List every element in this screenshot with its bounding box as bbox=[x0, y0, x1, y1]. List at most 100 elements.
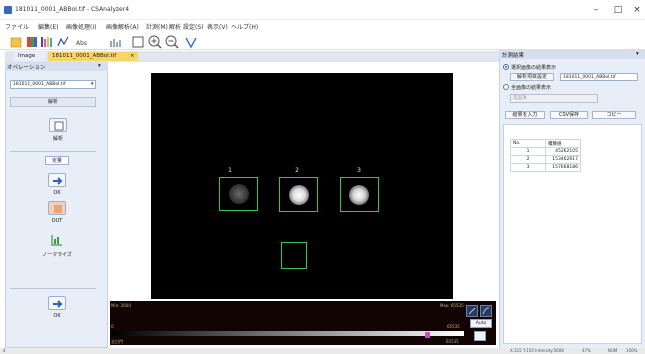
results-pin-icon[interactable]: ▾ bbox=[636, 51, 639, 57]
table-header-row: No. 積算値 bbox=[510, 139, 581, 148]
minimize-button[interactable]: – bbox=[586, 3, 606, 17]
chevron-down-icon[interactable]: ▾ bbox=[91, 81, 94, 87]
image-select-value: 181011_0001_ABBoI.tif bbox=[13, 82, 66, 87]
roi-label: 3 bbox=[357, 167, 361, 174]
column-header-integrated: 積算値 bbox=[545, 139, 581, 148]
all-images-placeholder: 常設項 bbox=[513, 96, 527, 101]
analyze-icon-label: 解析 bbox=[52, 136, 63, 142]
csv-save-button[interactable]: CSV保存 bbox=[550, 111, 588, 119]
analyze-icon-button[interactable] bbox=[49, 118, 67, 132]
cell-value: 45262105 bbox=[545, 147, 581, 156]
bottom-ok-button[interactable] bbox=[48, 296, 66, 310]
copy-button[interactable]: コピー bbox=[592, 111, 636, 119]
menu-measure[interactable]: 計測(M) bbox=[146, 22, 168, 31]
input-results-button[interactable]: 結果を入力 bbox=[505, 111, 545, 119]
grid-icon[interactable]: Abs bbox=[75, 35, 91, 49]
range-right-value: 65535 bbox=[447, 324, 460, 329]
table-row[interactable]: 2 153462617 bbox=[510, 155, 581, 164]
divider bbox=[10, 151, 96, 152]
roi-box-2[interactable] bbox=[279, 177, 318, 212]
roi-label: 1 bbox=[228, 167, 232, 174]
out-label: OUT bbox=[51, 218, 63, 224]
gradient-max-text: 65535 bbox=[446, 339, 459, 344]
menu-view[interactable]: 表示(V) bbox=[207, 22, 228, 31]
menu-image-analysis[interactable]: 画像解析(A) bbox=[106, 22, 139, 31]
curve-tool-icon[interactable] bbox=[480, 305, 492, 317]
image-select-dropdown[interactable]: 181011_0001_ABBoI.tif bbox=[10, 80, 96, 89]
background-roi-box[interactable] bbox=[281, 242, 307, 269]
gradient-bar bbox=[112, 331, 464, 336]
menu-file[interactable]: ファイル bbox=[5, 22, 29, 31]
result-image-select[interactable]: 181011_0001_ABBoI.tif bbox=[560, 73, 638, 81]
histogram-icon[interactable] bbox=[109, 35, 123, 49]
analysis-settings-button[interactable]: 解析項目設定 bbox=[510, 73, 554, 81]
ok-label: OK bbox=[53, 190, 61, 196]
quantify-section-label: 定量 bbox=[45, 156, 69, 165]
table-row[interactable]: 1 45262105 bbox=[510, 147, 581, 156]
normalize-icon[interactable] bbox=[48, 233, 66, 247]
table-row[interactable]: 3 157668186 bbox=[510, 163, 581, 172]
open-icon[interactable] bbox=[10, 35, 22, 49]
cell-no: 2 bbox=[510, 155, 546, 164]
roi-box-1[interactable] bbox=[219, 177, 258, 211]
status-left: 4 bbox=[3, 348, 6, 353]
ok-arrow-button[interactable] bbox=[48, 173, 66, 187]
radio-all-images[interactable] bbox=[503, 84, 509, 90]
abs-icon[interactable] bbox=[57, 35, 69, 49]
min-label: Min: 2600 bbox=[111, 303, 131, 308]
histogram-panel bbox=[110, 301, 496, 345]
line-icon[interactable] bbox=[184, 35, 198, 49]
results-table-container: No. 積算値 1 45262105 2 153462617 3 1576681… bbox=[503, 124, 642, 344]
window-title: 181011_0001_ABBoI.tif - CSAnalyzer4 bbox=[15, 6, 130, 13]
tab-document-label: 181011_0001_ABBoI.tif bbox=[52, 53, 117, 59]
result-image-value: 181011_0001_ABBoI.tif bbox=[563, 75, 616, 80]
zoom-in-icon[interactable] bbox=[148, 35, 162, 49]
svg-text:Abs: Abs bbox=[76, 40, 87, 47]
auto-button[interactable]: Auto bbox=[470, 319, 492, 328]
status-extra: 100% bbox=[626, 348, 638, 353]
maximize-button[interactable]: □ bbox=[608, 3, 628, 17]
cell-no: 1 bbox=[510, 147, 546, 156]
roi-box-3[interactable] bbox=[340, 177, 379, 212]
toolbar bbox=[0, 34, 645, 50]
menu-edit[interactable]: 編集(E) bbox=[38, 22, 58, 31]
bottom-ok-label: OK bbox=[53, 313, 61, 319]
menu-bar bbox=[0, 20, 645, 33]
max-label: Max: 65535 bbox=[440, 303, 464, 308]
tab-document[interactable]: 181011_0001_ABBoI.tif × bbox=[48, 52, 138, 61]
color-icon[interactable] bbox=[26, 35, 38, 49]
analyze-button[interactable]: 解析 bbox=[10, 97, 96, 107]
all-images-select[interactable]: 常設項 bbox=[510, 94, 598, 103]
menu-settings[interactable]: 設定(S) bbox=[183, 22, 204, 31]
column-header-no: No. bbox=[510, 139, 546, 148]
tab-close-icon[interactable]: × bbox=[130, 53, 135, 59]
range-left-value: 0 bbox=[111, 324, 114, 329]
max-slider-handle[interactable] bbox=[425, 332, 430, 338]
cell-value: 157668186 bbox=[545, 163, 581, 172]
settings-icon[interactable] bbox=[474, 331, 486, 341]
cell-no: 3 bbox=[510, 163, 546, 172]
radio-selected-image[interactable] bbox=[503, 64, 509, 70]
panel-pin-icon[interactable]: ▾ bbox=[98, 63, 101, 69]
status-zoom: 47% bbox=[582, 348, 591, 353]
cell-value: 153462617 bbox=[545, 155, 581, 164]
zoom-fit-icon[interactable] bbox=[131, 35, 145, 49]
divider bbox=[10, 288, 96, 289]
close-button[interactable]: × bbox=[627, 3, 645, 17]
line-tool-icon[interactable] bbox=[466, 305, 478, 317]
menu-image-processing[interactable]: 画像処理(I) bbox=[66, 22, 96, 31]
results-table: No. 積算値 1 45262105 2 153462617 3 1576681… bbox=[510, 139, 581, 172]
tab-image-label: Image bbox=[18, 53, 36, 59]
radio-selected-label: 選択画像の結果表示 bbox=[511, 65, 557, 71]
operation-panel-title: オペレーション bbox=[7, 65, 46, 71]
status-coords: X:315 Y:150 Intensity:5608 bbox=[510, 348, 564, 353]
gradient-min-text: 全白門 bbox=[111, 339, 123, 344]
menu-help[interactable]: ヘルプ(H) bbox=[231, 22, 258, 31]
zoom-out-icon[interactable] bbox=[165, 35, 179, 49]
status-mode: NUM bbox=[608, 348, 618, 353]
tab-image[interactable]: Image bbox=[14, 52, 46, 61]
out-button[interactable] bbox=[48, 201, 66, 215]
menu-analysis[interactable]: 解析 bbox=[169, 22, 181, 31]
chart-icon[interactable] bbox=[40, 35, 54, 49]
radio-all-label: 全画像の結果表示 bbox=[511, 85, 552, 91]
